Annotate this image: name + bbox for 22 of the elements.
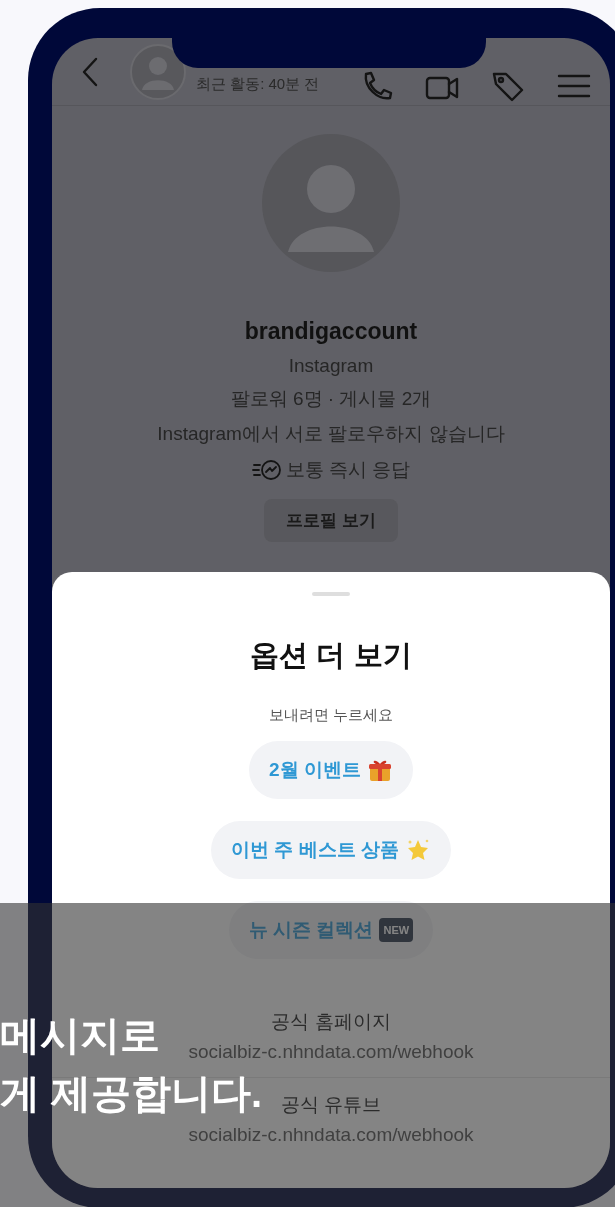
profile-stats: 팔로워 6명 · 게시물 2개 <box>230 387 432 411</box>
follow-note: Instagram에서 서로 팔로우하지 않습니다 <box>157 422 505 446</box>
view-profile-button[interactable]: 프로필 보기 <box>264 499 398 542</box>
response-time-text: 보통 즉시 응답 <box>285 458 411 482</box>
new-badge: NEW <box>379 918 414 942</box>
link-url[interactable]: socialbiz-c.nhndata.com/webhook <box>188 1041 474 1063</box>
last-active-text: 최근 활동: 40분 전 <box>196 75 320 94</box>
link-url[interactable]: socialbiz-c.nhndata.com/webhook <box>188 1124 474 1146</box>
sheet-handle[interactable] <box>312 592 350 596</box>
quick-reply-chip[interactable]: 뉴 시즌 컬렉션 NEW <box>228 901 434 959</box>
back-icon[interactable] <box>80 55 100 88</box>
platform-label: Instagram <box>288 355 374 377</box>
quick-reply-chip[interactable]: 이번 주 베스트 상품 <box>211 821 451 879</box>
quick-reply-chip[interactable]: 2월 이벤트 <box>249 741 413 799</box>
sheet-subtitle: 보내려면 누르세요 <box>268 706 394 725</box>
link-title[interactable]: 공식 홈페이지 <box>271 1009 391 1035</box>
username: brandigaccount <box>244 318 418 345</box>
tag-icon[interactable] <box>490 70 526 102</box>
sheet-title: 옵션 더 보기 <box>250 638 412 673</box>
avatar-icon <box>130 43 186 100</box>
link-title[interactable]: 공식 유튜브 <box>280 1092 382 1118</box>
speech-bubble-icon <box>251 457 282 483</box>
